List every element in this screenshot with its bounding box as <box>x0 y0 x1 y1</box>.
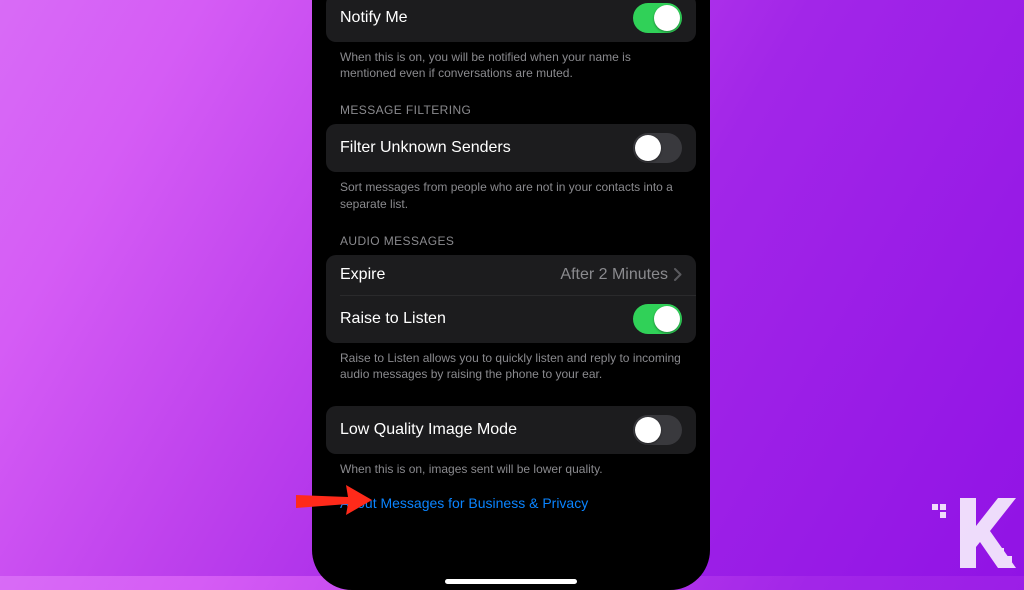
watermark-k-icon <box>932 498 1016 568</box>
row-label: Expire <box>340 266 385 284</box>
audio-footer: Raise to Listen allows you to quickly li… <box>326 343 696 382</box>
row-expire[interactable]: Expire After 2 Minutes <box>326 255 696 295</box>
audio-group: Expire After 2 Minutes Raise to Listen <box>326 255 696 343</box>
row-label: Raise to Listen <box>340 310 446 328</box>
section-header-audio: AUDIO MESSAGES <box>326 212 696 255</box>
about-link-row: About Messages for Business & Privacy <box>326 477 696 517</box>
toggle-knob <box>654 5 680 31</box>
row-raise-to-listen[interactable]: Raise to Listen <box>326 295 696 343</box>
phone-frame: Notify Me When this is on, you will be n… <box>312 0 710 590</box>
lowq-group: Low Quality Image Mode <box>326 406 696 454</box>
row-filter-unknown[interactable]: Filter Unknown Senders <box>326 124 696 172</box>
filtering-group: Filter Unknown Senders <box>326 124 696 172</box>
about-messages-link[interactable]: About Messages for Business & Privacy <box>340 495 588 511</box>
row-notify-me[interactable]: Notify Me <box>326 0 696 42</box>
toggle-knob <box>635 135 661 161</box>
home-indicator[interactable] <box>445 579 577 584</box>
section-header-filtering: MESSAGE FILTERING <box>326 81 696 124</box>
filtering-footer: Sort messages from people who are not in… <box>326 172 696 211</box>
row-label: Filter Unknown Senders <box>340 139 511 157</box>
filter-unknown-toggle[interactable] <box>633 133 682 163</box>
mentions-group: Notify Me <box>326 0 696 42</box>
row-value: After 2 Minutes <box>560 266 682 284</box>
toggle-knob <box>635 417 661 443</box>
settings-scroll[interactable]: Notify Me When this is on, you will be n… <box>326 0 696 517</box>
chevron-right-icon <box>674 268 682 281</box>
expire-value: After 2 Minutes <box>560 266 668 284</box>
notify-me-toggle[interactable] <box>633 3 682 33</box>
low-quality-toggle[interactable] <box>633 415 682 445</box>
row-label: Low Quality Image Mode <box>340 421 517 439</box>
lowq-footer: When this is on, images sent will be low… <box>326 454 696 477</box>
toggle-knob <box>654 306 680 332</box>
mentions-footer: When this is on, you will be notified wh… <box>326 42 696 81</box>
row-label: Notify Me <box>340 9 408 27</box>
raise-to-listen-toggle[interactable] <box>633 304 682 334</box>
row-low-quality[interactable]: Low Quality Image Mode <box>326 406 696 454</box>
